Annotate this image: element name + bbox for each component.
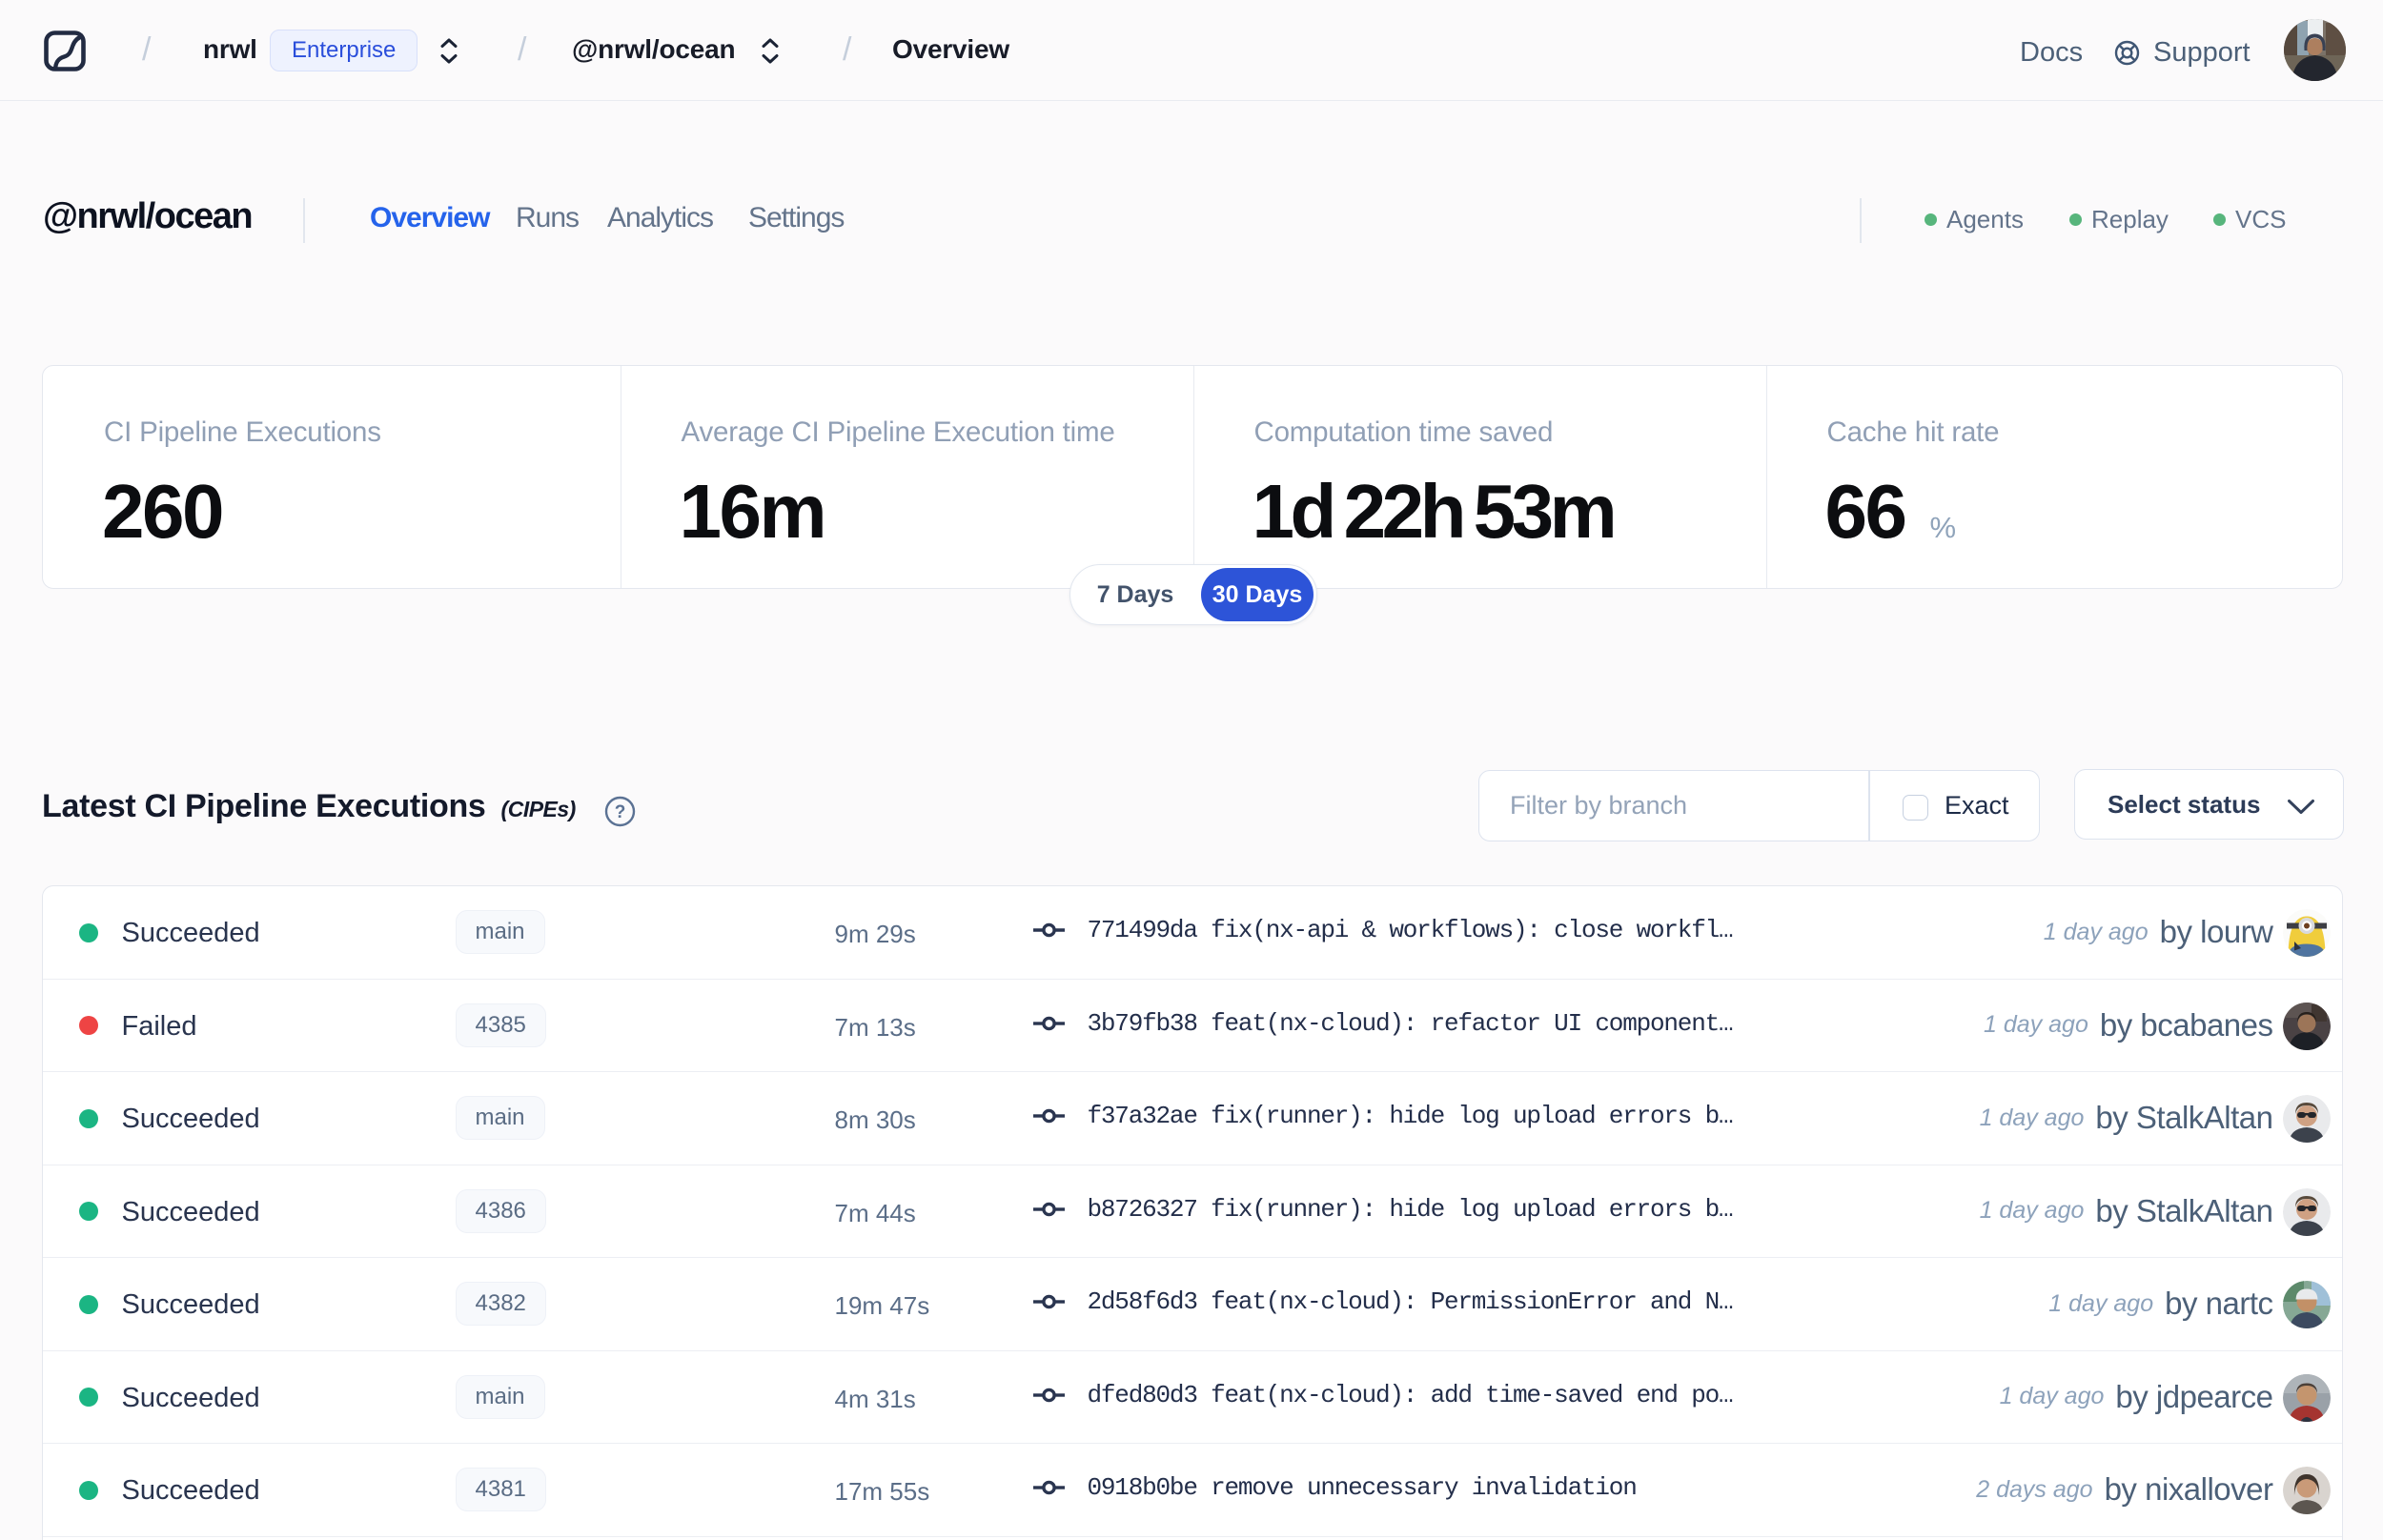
svg-text:?: ? [615,802,626,822]
